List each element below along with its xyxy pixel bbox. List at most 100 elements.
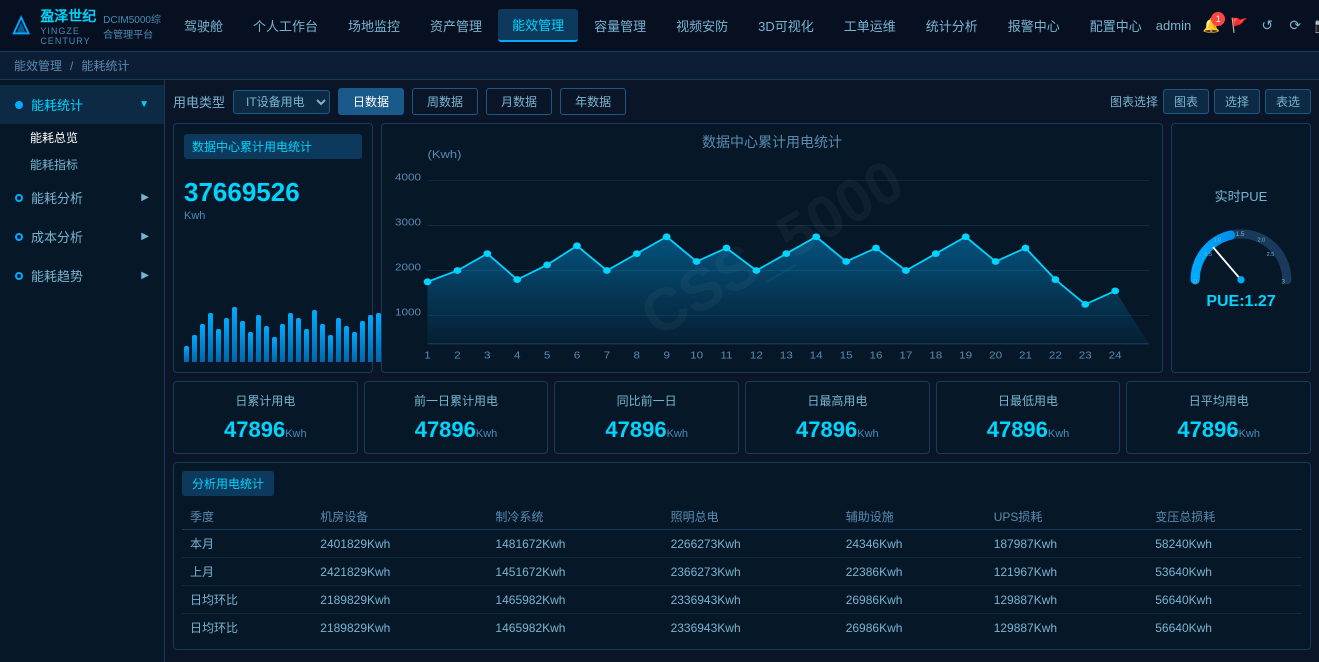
cell-value: 1465982Kwh	[487, 586, 662, 614]
stat-daily: 日累计用电 47896Kwh	[173, 381, 358, 454]
cell-value: 2421829Kwh	[312, 558, 487, 586]
chart-section: 数据中心累计用电统计 37669526 Kwh 数据中心累计用电统计 CSS_5…	[173, 123, 1311, 373]
type-label: 用电类型	[173, 92, 225, 111]
table-select-btn[interactable]: 表选	[1265, 89, 1311, 114]
camera-icon[interactable]: 📷	[1313, 16, 1319, 36]
svg-text:5: 5	[544, 350, 551, 361]
table-row: 日均环比2189829Kwh1465982Kwh2336943Kwh26986K…	[182, 614, 1302, 642]
left-panel-title: 数据中心累计用电统计	[184, 134, 362, 159]
tab-weekly[interactable]: 周数据	[412, 88, 478, 115]
tab-daily[interactable]: 日数据	[338, 88, 404, 115]
nav-item-stats[interactable]: 统计分析	[912, 10, 992, 41]
notification-icon[interactable]: 🔔 1	[1201, 16, 1221, 36]
tab-yearly[interactable]: 年数据	[560, 88, 626, 115]
chart-view-btn[interactable]: 图表	[1163, 89, 1209, 114]
chevron-down-icon: ▼	[139, 99, 149, 110]
svg-text:2.5: 2.5	[1267, 251, 1275, 257]
chevron-right-icon-3: ▶	[141, 270, 149, 281]
logo-icon	[10, 8, 32, 44]
mini-bar	[312, 310, 317, 362]
main-nav: 驾驶舱 个人工作台 场地监控 资产管理 能效管理 容量管理 视频安防 3D可视化…	[170, 9, 1156, 42]
nav-item-energy[interactable]: 能效管理	[498, 9, 578, 42]
nav-item-capacity[interactable]: 容量管理	[580, 10, 660, 41]
chevron-right-icon-2: ▶	[141, 231, 149, 242]
chart-select-label: 图表选择	[1110, 93, 1158, 110]
logo-text: 盈泽世纪 YINGZE CENTURY	[40, 6, 98, 46]
svg-text:0.5: 0.5	[1204, 251, 1212, 257]
gauge-svg: 0 1.5 3 0.5 2.5 1.0 2.0	[1186, 215, 1296, 285]
nav-item-monitor[interactable]: 场地监控	[334, 10, 414, 41]
stat-label-5: 日平均用电	[1135, 392, 1302, 409]
breadcrumb-sep: /	[70, 59, 73, 73]
logo: 盈泽世纪 YINGZE CENTURY DCIM5000综合管理平台	[10, 6, 170, 46]
sync-icon[interactable]: ⟳	[1285, 16, 1305, 36]
nav-item-workbench[interactable]: 个人工作台	[239, 10, 332, 41]
stat-label-1: 前一日累计用电	[373, 392, 540, 409]
mini-bar	[320, 324, 325, 363]
select-btn[interactable]: 选择	[1214, 89, 1260, 114]
mini-bar	[240, 321, 245, 362]
mini-bar	[368, 315, 373, 362]
cell-value: 2336943Kwh	[663, 586, 838, 614]
stat-label-0: 日累计用电	[182, 392, 349, 409]
mini-bar	[264, 326, 269, 362]
sidebar-sub-index[interactable]: 能耗指标	[0, 151, 164, 178]
svg-text:23: 23	[1079, 350, 1092, 361]
username: admin	[1156, 18, 1191, 33]
sidebar-label-cost: 成本分析	[31, 227, 83, 246]
nav-item-assets[interactable]: 资产管理	[416, 10, 496, 41]
svg-text:2000: 2000	[395, 262, 421, 273]
svg-text:8: 8	[634, 350, 641, 361]
cell-value: 2366273Kwh	[663, 558, 838, 586]
type-select[interactable]: IT设备用电	[233, 90, 330, 114]
nav-item-workorder[interactable]: 工单运维	[830, 10, 910, 41]
col-period: 季度	[182, 504, 312, 530]
cell-value: 129887Kwh	[986, 586, 1148, 614]
sidebar-sub-overview[interactable]: 能耗总览	[0, 124, 164, 151]
svg-text:12: 12	[750, 350, 763, 361]
svg-text:20: 20	[989, 350, 1002, 361]
svg-text:14: 14	[810, 350, 823, 361]
mini-bar	[232, 307, 237, 362]
stat-value-0: 47896Kwh	[182, 417, 349, 443]
sidebar-item-energy-analysis[interactable]: 能耗分析 ▶	[0, 178, 164, 217]
main-layout: 能耗统计 ▼ 能耗总览 能耗指标 能耗分析 ▶ 成本分析 ▶ 能耗趋势 ▶ 用电…	[0, 80, 1319, 662]
cell-value: 2189829Kwh	[312, 614, 487, 642]
svg-text:15: 15	[840, 350, 853, 361]
stat-label-3: 日最高用电	[754, 392, 921, 409]
sidebar-item-energy-stats[interactable]: 能耗统计 ▼	[0, 85, 164, 124]
nav-item-alarm[interactable]: 报警中心	[994, 10, 1074, 41]
svg-text:3: 3	[484, 350, 491, 361]
nav-item-video[interactable]: 视频安防	[662, 10, 742, 41]
sidebar-label-energy-analysis: 能耗分析	[31, 188, 83, 207]
nav-item-cockpit[interactable]: 驾驶舱	[170, 10, 237, 41]
flag-icon[interactable]: 🚩	[1229, 16, 1249, 36]
cell-value: 26986Kwh	[838, 586, 986, 614]
svg-text:10: 10	[690, 350, 703, 361]
cell-value: 1481672Kwh	[487, 530, 662, 558]
sidebar-dot	[15, 101, 23, 109]
svg-text:9: 9	[663, 350, 670, 361]
analysis-body: 本月2401829Kwh1481672Kwh2266273Kwh24346Kwh…	[182, 530, 1302, 642]
cell-period: 日均环比	[182, 614, 312, 642]
svg-text:24: 24	[1109, 350, 1122, 361]
mini-bar	[208, 313, 213, 363]
nav-item-config[interactable]: 配置中心	[1076, 10, 1156, 41]
tab-monthly[interactable]: 月数据	[486, 88, 552, 115]
cell-period: 日均环比	[182, 586, 312, 614]
mini-bar-chart	[184, 302, 362, 362]
pue-value: PUE:1.27	[1206, 293, 1275, 311]
sidebar-item-cost[interactable]: 成本分析 ▶	[0, 217, 164, 256]
sidebar: 能耗统计 ▼ 能耗总览 能耗指标 能耗分析 ▶ 成本分析 ▶ 能耗趋势 ▶	[0, 80, 165, 662]
cell-value: 24346Kwh	[838, 530, 986, 558]
cell-value: 2189829Kwh	[312, 586, 487, 614]
table-row: 本月2401829Kwh1481672Kwh2266273Kwh24346Kwh…	[182, 530, 1302, 558]
table-row: 日均环比2189829Kwh1465982Kwh2336943Kwh26986K…	[182, 586, 1302, 614]
nav-item-3d[interactable]: 3D可视化	[744, 10, 828, 41]
cell-period: 上月	[182, 558, 312, 586]
refresh-icon[interactable]: ↺	[1257, 16, 1277, 36]
gauge-title: 实时PUE	[1215, 186, 1268, 205]
cell-value: 2266273Kwh	[663, 530, 838, 558]
sidebar-item-trend[interactable]: 能耗趋势 ▶	[0, 256, 164, 295]
mini-bar	[192, 335, 197, 363]
